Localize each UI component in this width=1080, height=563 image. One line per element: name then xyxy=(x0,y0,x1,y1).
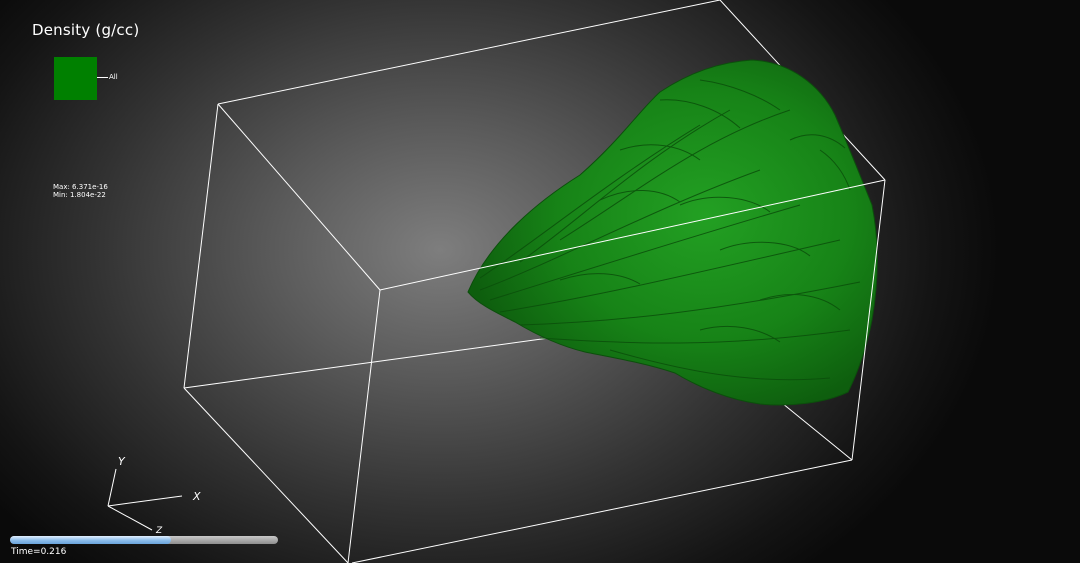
x-axis-label: X xyxy=(193,490,201,503)
axis-triad xyxy=(107,468,183,531)
z-axis-label: Z xyxy=(156,526,163,536)
time-label: Time=0.216 xyxy=(11,547,67,557)
time-slider[interactable] xyxy=(10,536,278,544)
legend-color-swatch xyxy=(54,57,97,100)
time-slider-fill xyxy=(10,536,171,544)
x-axis-line xyxy=(107,495,183,507)
y-axis-label: Y xyxy=(118,455,125,468)
legend-entry-label: All xyxy=(109,73,118,81)
legend-title: Density (g/cc) xyxy=(32,21,140,39)
3d-scene xyxy=(107,0,886,563)
density-isosurface xyxy=(467,59,878,406)
render-viewport[interactable]: Density (g/cc) All Max: 6.371e-16 Min: 1… xyxy=(0,0,1080,563)
legend-min-text: Min: 1.804e-22 xyxy=(53,191,106,199)
z-axis-line xyxy=(107,505,153,531)
y-axis-line xyxy=(107,468,117,507)
legend-max-text: Max: 6.371e-16 xyxy=(53,183,108,191)
legend-tick xyxy=(97,77,108,78)
